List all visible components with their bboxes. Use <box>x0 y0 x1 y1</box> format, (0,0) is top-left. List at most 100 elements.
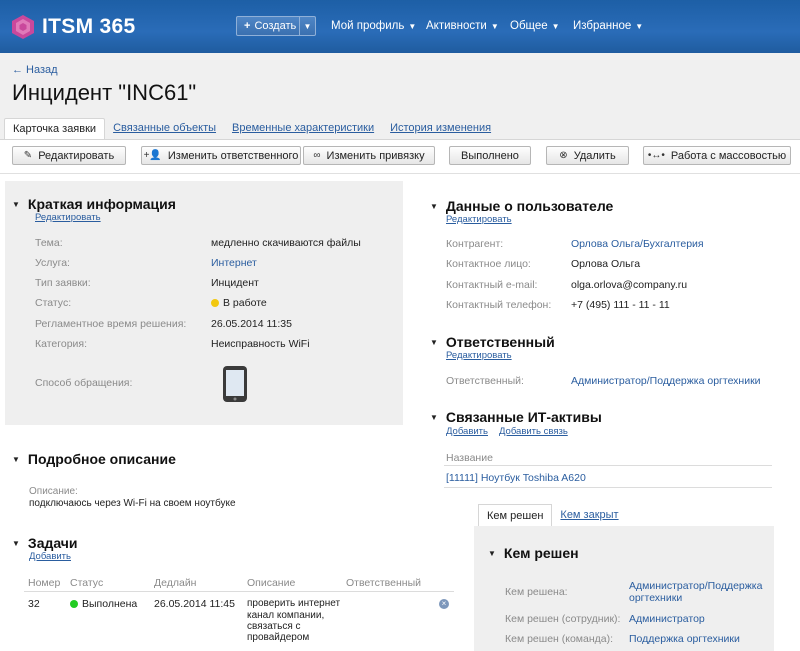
link-icon: ∞ <box>313 150 321 161</box>
task-number: 32 <box>28 598 40 610</box>
collapse-triangle-icon: ▼ <box>12 538 20 548</box>
tab-related-objects[interactable]: Связанные объекты <box>105 118 224 140</box>
tasks-header[interactable]: ▼ Задачи <box>12 535 78 551</box>
button-label: Работа с массовостью <box>670 149 787 162</box>
tasks-add-link[interactable]: Добавить <box>29 551 71 562</box>
logo-text: ITSM 365 <box>42 15 136 38</box>
collapse-triangle-icon: ▼ <box>12 199 20 209</box>
tab-resolved-by[interactable]: Кем решен <box>478 504 553 526</box>
field-value: 26.05.2014 11:35 <box>211 318 292 330</box>
divider <box>24 591 454 592</box>
collapse-triangle-icon: ▼ <box>12 454 20 464</box>
status-dot-icon <box>211 299 219 308</box>
tab-card[interactable]: Карточка заявки <box>4 118 106 140</box>
collapse-triangle-icon: ▼ <box>488 548 496 558</box>
assets-add-relation-link[interactable]: Добавить связь <box>499 426 568 437</box>
nav-activities[interactable]: Активности ▼ <box>426 20 499 32</box>
column-header[interactable]: Описание <box>247 577 295 589</box>
button-label: Редактировать <box>38 149 115 162</box>
chevron-down-icon: ▼ <box>490 21 499 31</box>
column-header[interactable]: Статус <box>70 577 103 589</box>
asset-link[interactable]: [11111] Ноутбук Toshiba A620 <box>446 472 586 484</box>
nav-general[interactable]: Общее ▼ <box>510 20 560 32</box>
section-title: Данные о пользователе <box>445 198 614 214</box>
bulk-icon: •↔• <box>647 150 665 161</box>
user-data-header[interactable]: ▼ Данные о пользователе <box>430 198 613 214</box>
task-status: Выполнена <box>70 598 137 610</box>
mobile-phone-icon <box>223 366 247 402</box>
section-title: Задачи <box>27 535 78 551</box>
status-text: Выполнена <box>82 598 138 610</box>
delete-button[interactable]: ⊗ Удалить <box>546 146 629 165</box>
button-label: Изменить привязку <box>326 149 425 162</box>
resolved-tab-bar: Кем решен Кем закрыт <box>478 504 627 526</box>
collapse-triangle-icon: ▼ <box>430 412 438 422</box>
field-label: Тип заявки: <box>35 277 91 289</box>
resolved-team-link[interactable]: Поддержка оргтехники <box>629 633 740 645</box>
field-label: Регламентное время решения: <box>35 318 187 330</box>
delete-row-icon[interactable]: × <box>439 599 449 609</box>
close-circle-icon: ⊗ <box>559 150 568 161</box>
nav-favorites[interactable]: Избранное ▼ <box>573 20 643 32</box>
bulk-button[interactable]: •↔• Работа с массовостью <box>643 146 791 165</box>
change-binding-button[interactable]: ∞ Изменить привязку <box>303 146 435 165</box>
tab-closed-by[interactable]: Кем закрыт <box>552 504 626 526</box>
collapse-triangle-icon: ▼ <box>430 201 438 211</box>
responsible-header[interactable]: ▼ Ответственный <box>430 334 555 350</box>
back-link[interactable]: ← Назад <box>12 64 58 76</box>
assets-header[interactable]: ▼ Связанные ИТ-активы <box>430 409 602 425</box>
service-link[interactable]: Интернет <box>211 257 257 269</box>
edit-button[interactable]: ✎ Редактировать <box>12 146 126 165</box>
field-label: Контактное лицо: <box>446 258 531 270</box>
section-title: Ответственный <box>445 334 555 350</box>
resolved-by-link-cont[interactable]: оргтехники <box>629 592 682 604</box>
field-value: медленно скачиваются файлы <box>211 237 361 249</box>
pencil-icon: ✎ <box>23 150 33 161</box>
field-label: Ответственный: <box>446 375 524 387</box>
task-desc-line: связаться с <box>247 621 301 632</box>
chevron-down-icon: ▼ <box>408 21 417 31</box>
logo[interactable]: ITSM 365 <box>10 14 135 40</box>
counterparty-link[interactable]: Орлова Ольга/Бухгалтерия <box>571 238 704 250</box>
brief-edit-link[interactable]: Редактировать <box>35 212 101 223</box>
tab-history[interactable]: История изменения <box>382 118 499 140</box>
done-button[interactable]: Выполнено <box>449 146 531 165</box>
tab-time-characteristics[interactable]: Временные характеристики <box>224 118 382 140</box>
column-header[interactable]: Номер <box>28 577 60 589</box>
field-label: Категория: <box>35 338 88 350</box>
user-edit-link[interactable]: Редактировать <box>446 214 512 225</box>
description-header[interactable]: ▼ Подробное описание <box>12 451 176 467</box>
divider <box>444 487 772 488</box>
add-user-icon: +👤 <box>143 150 162 161</box>
field-value: +7 (495) 111 - 11 - 11 <box>571 299 670 311</box>
chevron-down-icon[interactable]: ▼ <box>299 17 315 35</box>
field-value: Неисправность WiFi <box>211 338 310 350</box>
nav-my-profile[interactable]: Мой профиль ▼ <box>331 20 416 32</box>
field-label: Контрагент: <box>446 238 504 250</box>
responsible-link[interactable]: Администратор/Поддержка оргтехники <box>571 375 761 387</box>
column-header[interactable]: Ответственный <box>346 577 421 589</box>
brief-info-header[interactable]: ▼ Краткая информация <box>12 196 176 212</box>
task-deadline: 26.05.2014 11:45 <box>154 598 235 610</box>
field-value: olga.orlova@company.ru <box>571 279 688 291</box>
nav-label: Избранное <box>573 20 632 32</box>
description-label: Описание: <box>29 486 78 497</box>
create-button[interactable]: + Создать ▼ <box>236 16 316 36</box>
field-value: Инцидент <box>211 277 259 289</box>
column-header: Название <box>446 452 493 464</box>
resolved-header[interactable]: ▼ Кем решен <box>488 545 579 561</box>
task-desc-line: канал компании, <box>247 610 325 621</box>
resolved-employee-link[interactable]: Администратор <box>629 613 705 625</box>
create-label: Создать <box>254 20 297 32</box>
resolved-by-link[interactable]: Администратор/Поддержка <box>629 580 762 592</box>
button-label: Выполнено <box>461 149 519 162</box>
chevron-down-icon: ▼ <box>635 21 644 31</box>
assets-add-link[interactable]: Добавить <box>446 426 488 437</box>
field-label: Статус: <box>35 297 72 309</box>
nav-label: Мой профиль <box>331 20 405 32</box>
divider <box>0 173 800 174</box>
section-title: Связанные ИТ-активы <box>445 409 602 425</box>
responsible-edit-link[interactable]: Редактировать <box>446 350 512 361</box>
column-header[interactable]: Дедлайн <box>154 577 196 589</box>
change-responsible-button[interactable]: +👤 Изменить ответственного <box>141 146 301 165</box>
